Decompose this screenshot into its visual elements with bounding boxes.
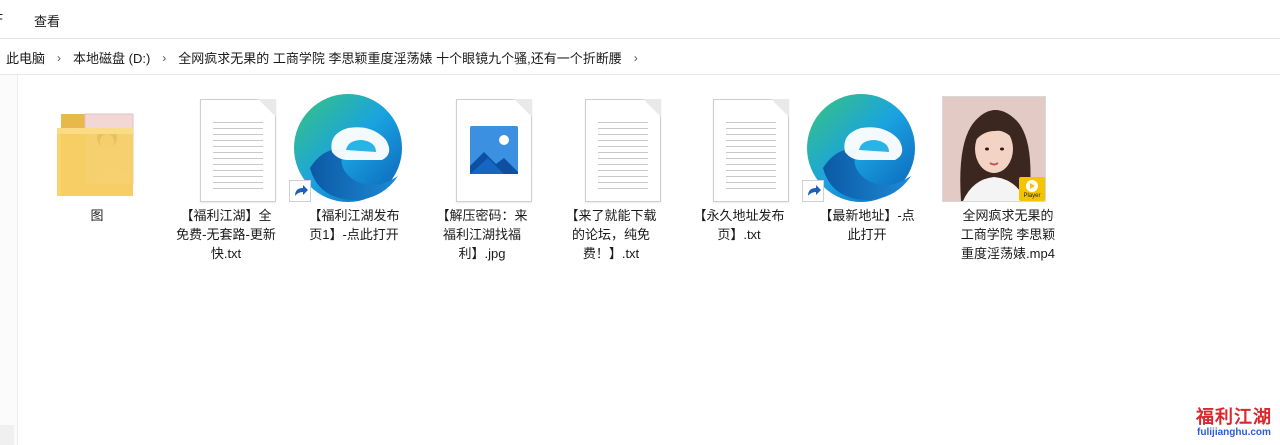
player-badge: Player xyxy=(1019,177,1045,201)
file-name: 图 xyxy=(90,208,104,223)
file-name: 【来了就能下载的论坛，纯免费！】.txt xyxy=(565,208,657,261)
ribbon: F 查看 xyxy=(0,0,1280,38)
file-item-shortcut[interactable]: 【最新地址】-点此打开 xyxy=(802,90,923,244)
address-divider xyxy=(0,74,1280,75)
ribbon-tab-file[interactable]: F xyxy=(0,11,3,26)
shortcut-arrow-icon xyxy=(289,180,311,202)
file-name: 【最新地址】-点此打开 xyxy=(819,208,915,242)
video-thumbnail: Player xyxy=(942,96,1046,202)
text-document-icon xyxy=(713,99,789,202)
chevron-right-icon[interactable]: › xyxy=(628,51,644,65)
watermark-logo: 福利江湖 fulijianghu.com xyxy=(1196,403,1272,438)
file-item-shortcut[interactable]: 【福利江湖发布页1】-点此打开 xyxy=(289,90,410,244)
watermark-domain: fulijianghu.com xyxy=(1197,427,1271,438)
text-document-icon xyxy=(200,99,276,202)
text-document-icon xyxy=(585,99,661,202)
image-file-icon xyxy=(456,99,532,202)
file-item-jpg[interactable]: 【解压密码：来福利江湖找福利】.jpg xyxy=(426,90,538,263)
file-item-txt[interactable]: 【来了就能下载的论坛，纯免费！】.txt xyxy=(555,90,667,263)
breadcrumb: 此电脑 › 本地磁盘 (D:) › 全网疯求无果的 工商学院 李思颖重度淫荡婊 … xyxy=(4,41,648,74)
ribbon-tab-view[interactable]: 查看 xyxy=(34,11,60,30)
breadcrumb-local-disk[interactable]: 本地磁盘 (D:) xyxy=(71,48,152,67)
file-name: 【永久地址发布页】.txt xyxy=(693,208,785,242)
breadcrumb-current-folder[interactable]: 全网疯求无果的 工商学院 李思颖重度淫荡婊 十个眼镜九个骚,还有一个折断腰 xyxy=(176,48,623,67)
file-name: 全网疯求无果的工商学院 李思颖重度淫荡婊.mp4 xyxy=(960,208,1056,261)
nav-scrollbar[interactable] xyxy=(0,425,14,445)
chevron-right-icon[interactable]: › xyxy=(156,51,172,65)
file-item-folder[interactable]: 图 xyxy=(41,90,153,225)
file-name: 【福利江湖发布页1】-点此打开 xyxy=(308,208,400,242)
navigation-pane[interactable] xyxy=(0,75,18,445)
address-bar[interactable]: 此电脑 › 本地磁盘 (D:) › 全网疯求无果的 工商学院 李思颖重度淫荡婊 … xyxy=(0,41,1280,74)
file-item-txt[interactable]: 【永久地址发布页】.txt xyxy=(683,90,795,244)
breadcrumb-this-pc[interactable]: 此电脑 xyxy=(4,48,47,67)
chevron-right-icon[interactable]: › xyxy=(51,51,67,65)
player-badge-label: Player xyxy=(1023,193,1041,199)
file-name: 【福利江湖】全免费-无套路-更新快.txt xyxy=(176,208,276,261)
ribbon-divider xyxy=(0,38,1280,39)
shortcut-arrow-icon xyxy=(802,180,824,202)
file-name: 【解压密码：来福利江湖找福利】.jpg xyxy=(436,208,528,261)
file-item-video[interactable]: Player 全网疯求无果的工商学院 李思颖重度淫荡婊.mp4 xyxy=(942,90,1064,263)
folder-icon xyxy=(57,113,134,196)
file-item-txt[interactable]: 【福利江湖】全免费-无套路-更新快.txt xyxy=(170,90,282,263)
watermark-text: 福利江湖 xyxy=(1196,407,1272,427)
